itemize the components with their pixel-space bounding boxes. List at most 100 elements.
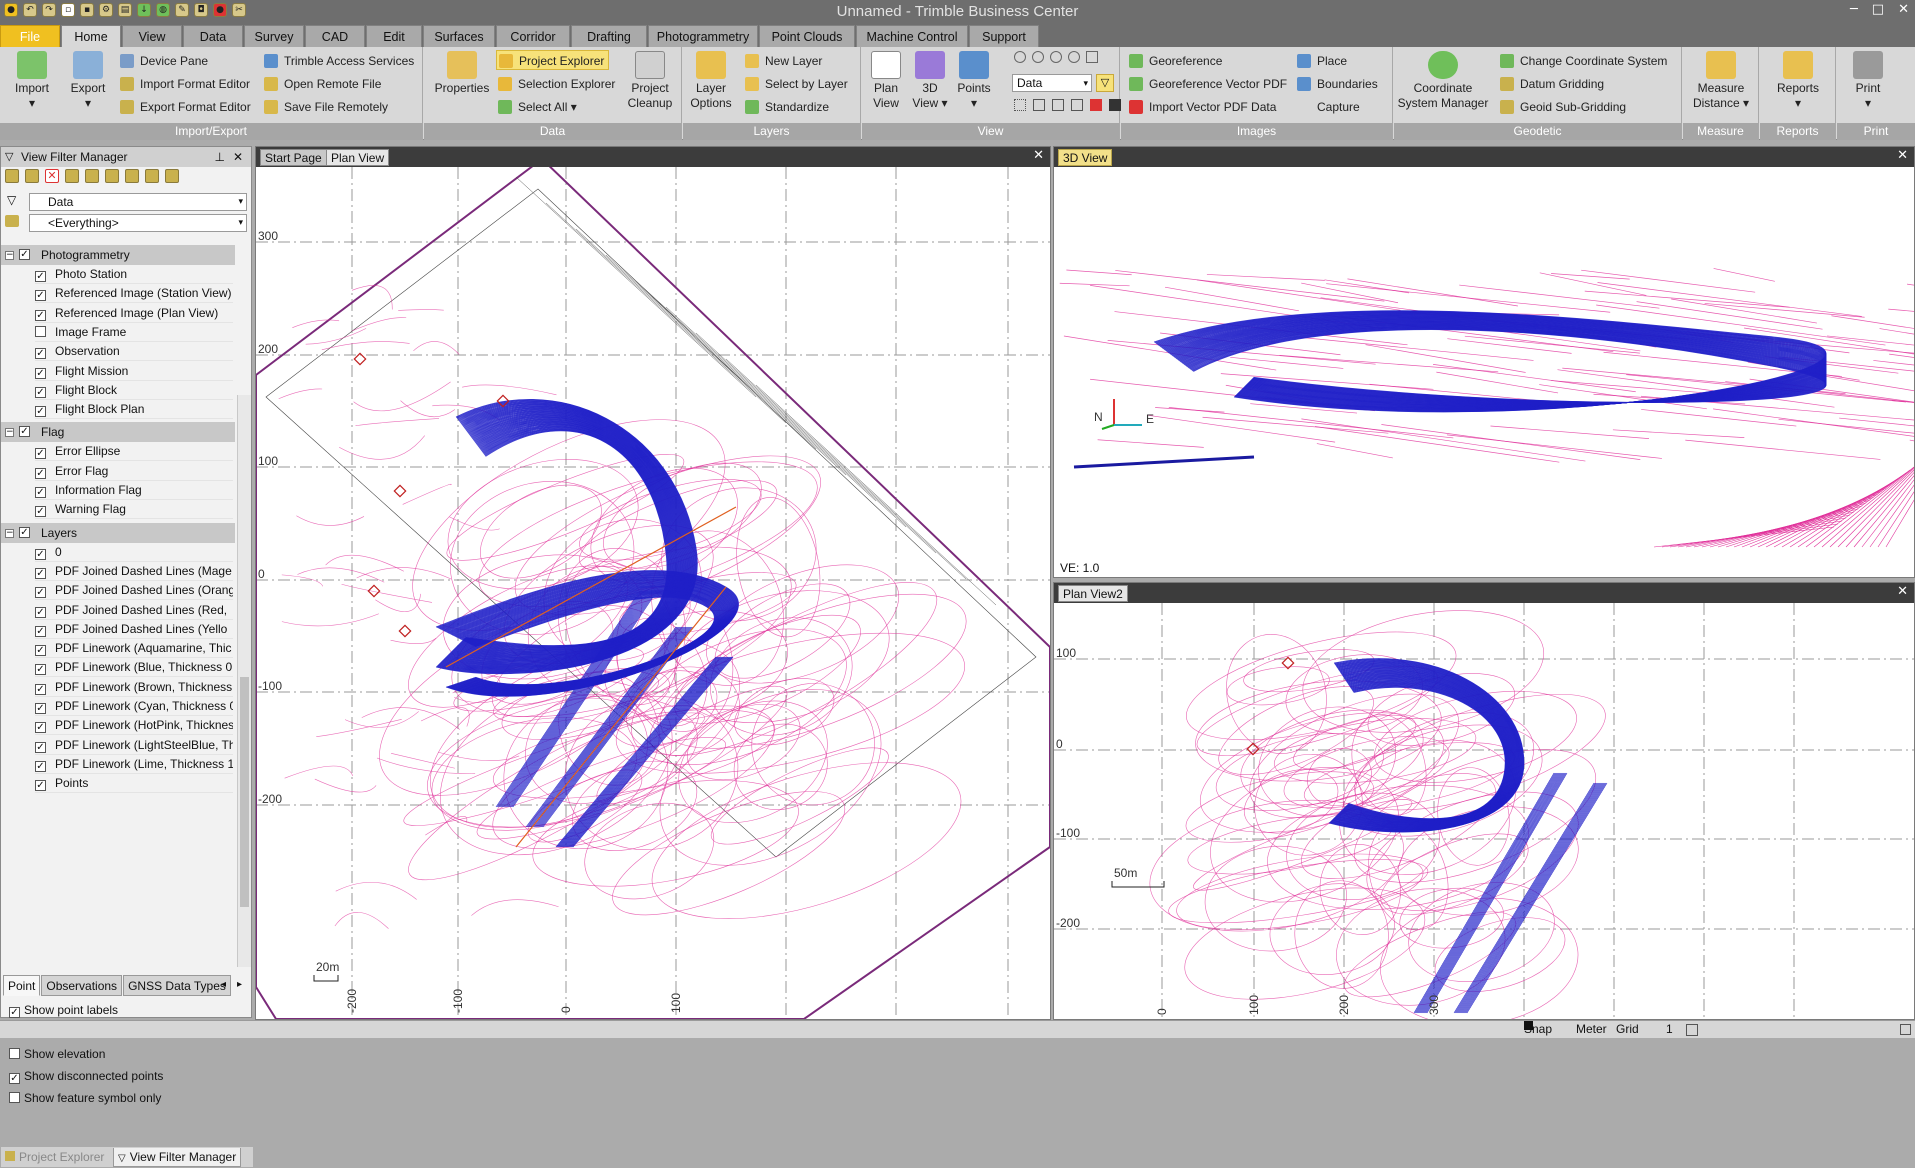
tab-cad[interactable]: CAD xyxy=(305,25,365,47)
item-checkbox[interactable]: ✓ xyxy=(35,587,46,599)
flag-icon[interactable] xyxy=(1090,99,1102,111)
tree-item[interactable]: ✓ PDF Linework (HotPink, Thicknes xyxy=(35,716,233,736)
item-checkbox[interactable]: ✓ xyxy=(35,271,46,282)
tab-support[interactable]: Support xyxy=(969,25,1039,47)
print-button[interactable]: Print ▾ xyxy=(1843,51,1893,111)
item-checkbox[interactable]: ✓ xyxy=(35,567,46,579)
standardize-button[interactable]: Standardize xyxy=(745,97,829,117)
option-checkbox[interactable]: ✓ Show disconnected points xyxy=(9,1065,163,1087)
scroll-left-icon[interactable]: ◂ xyxy=(221,979,226,990)
plan-view2-pane[interactable]: Plan View2 ✕ 100 0 -100 -200 0 100 200 300 50m xyxy=(1053,582,1915,1020)
pan-icon[interactable] xyxy=(1086,51,1098,63)
tree-item[interactable]: ✓ Referenced Image (Station View) xyxy=(35,284,233,304)
zoom-window-icon[interactable] xyxy=(1050,51,1062,63)
item-checkbox[interactable]: ✓ xyxy=(35,548,46,560)
checkbox[interactable] xyxy=(9,1092,20,1103)
units-label[interactable]: Meter xyxy=(1576,1021,1607,1038)
measure-distance-button[interactable]: Measure Distance ▾ xyxy=(1685,51,1757,111)
reports-button[interactable]: Reports ▾ xyxy=(1764,51,1832,111)
selection-explorer-button[interactable]: Selection Explorer xyxy=(498,74,615,94)
tree-item[interactable]: ✓ Photo Station xyxy=(35,265,233,284)
tree-item[interactable]: ✓ 0 xyxy=(35,543,233,562)
group-checkbox[interactable]: ✓ xyxy=(19,526,30,538)
select-by-layer-button[interactable]: Select by Layer xyxy=(745,74,848,94)
tree-item[interactable]: ✓ PDF Linework (Aquamarine, Thic xyxy=(35,639,233,659)
item-checkbox[interactable]: ✓ xyxy=(35,290,46,302)
capture-button[interactable]: Capture xyxy=(1297,97,1360,117)
georeference-vector-pdf-button[interactable]: Georeference Vector PDF xyxy=(1129,74,1287,94)
trimble-access-services-button[interactable]: Trimble Access Services xyxy=(264,51,414,71)
minimize-icon[interactable]: ─ xyxy=(1850,2,1858,17)
item-checkbox[interactable]: ✓ xyxy=(35,741,46,753)
new-filter-icon[interactable] xyxy=(5,169,19,183)
close-icon[interactable]: ✕ xyxy=(233,147,243,167)
item-checkbox[interactable]: ✓ xyxy=(35,664,46,676)
layer-options-button[interactable]: Layer Options xyxy=(687,51,735,111)
export-format-editor-button[interactable]: Export Format Editor xyxy=(120,97,251,117)
tab-project-explorer[interactable]: Project Explorer xyxy=(5,1148,104,1167)
tree-item[interactable]: ✓ PDF Linework (Brown, Thickness xyxy=(35,678,233,697)
close-icon[interactable]: ✕ xyxy=(1033,148,1044,163)
lines-icon[interactable] xyxy=(1033,99,1045,111)
item-checkbox[interactable]: ✓ xyxy=(35,348,46,360)
close-icon[interactable]: ✕ xyxy=(1897,584,1908,599)
filter-tool-2-icon[interactable] xyxy=(85,169,99,183)
grid-dots-icon[interactable] xyxy=(1014,99,1026,111)
scrollbar-thumb[interactable] xyxy=(240,677,249,907)
close-icon[interactable]: ✕ xyxy=(1897,148,1908,163)
zoom-out-icon[interactable] xyxy=(1032,51,1044,63)
3d-view-pane[interactable]: 3D View ✕ NE VE: 1.0 xyxy=(1053,146,1915,578)
filter-icon[interactable]: ▽ xyxy=(1096,74,1114,92)
item-checkbox[interactable]: ✓ xyxy=(35,386,46,398)
tab-3d-view[interactable]: 3D View xyxy=(1058,149,1113,166)
tab-view[interactable]: View xyxy=(122,25,182,47)
tree-item[interactable]: ✓ PDF Linework (Blue, Thickness 0. xyxy=(35,658,233,678)
filter-select[interactable]: Data ▾ xyxy=(29,193,247,211)
lock-icon[interactable] xyxy=(1686,1024,1698,1036)
tab-observations[interactable]: Observations xyxy=(41,975,123,996)
export-button[interactable]: Export ▾ xyxy=(64,51,112,111)
tree-item[interactable]: ✓ PDF Linework (Lime, Thickness 1 xyxy=(35,755,233,774)
filter-tool-5-icon[interactable] xyxy=(145,169,159,183)
list-icon[interactable] xyxy=(1071,99,1083,111)
zoom-extents-icon[interactable] xyxy=(1068,51,1080,63)
tree-item[interactable]: Image Frame xyxy=(35,323,233,342)
plan-view-button[interactable]: Plan View xyxy=(866,51,906,111)
pin-icon[interactable]: ⊥ xyxy=(215,147,225,167)
item-checkbox[interactable]: ✓ xyxy=(35,625,46,637)
item-checkbox[interactable]: ✓ xyxy=(35,406,46,418)
tab-survey[interactable]: Survey xyxy=(244,25,304,47)
item-checkbox[interactable]: ✓ xyxy=(35,367,46,379)
checkbox[interactable]: ✓ xyxy=(9,1073,20,1084)
filter-tool-6-icon[interactable] xyxy=(165,169,179,183)
tab-data[interactable]: Data xyxy=(183,25,243,47)
georeference-button[interactable]: Georeference xyxy=(1129,51,1222,71)
group-checkbox[interactable]: ✓ xyxy=(19,426,30,438)
grid-toggle[interactable]: Grid xyxy=(1616,1021,1639,1038)
tree-group-layers[interactable]: − ✓ Layers xyxy=(1,522,235,543)
tab-surfaces[interactable]: Surfaces xyxy=(423,25,495,47)
item-checkbox[interactable]: ✓ xyxy=(35,722,46,734)
item-checkbox[interactable]: ✓ xyxy=(35,309,46,321)
zoom-in-icon[interactable] xyxy=(1014,51,1026,63)
tree-group-flag[interactable]: − ✓ Flag xyxy=(1,422,235,443)
item-checkbox[interactable]: ✓ xyxy=(35,487,46,498)
tree-item[interactable]: ✓ PDF Linework (Cyan, Thickness 0 xyxy=(35,697,233,716)
datum-gridding-button[interactable]: Datum Gridding xyxy=(1500,74,1604,94)
import-button[interactable]: Import ▾ xyxy=(8,51,56,111)
import-vector-pdf-button[interactable]: Import Vector PDF Data xyxy=(1129,97,1276,117)
tab-view-filter-manager[interactable]: ▽ View Filter Manager xyxy=(113,1148,242,1167)
tree-item[interactable]: ✓ Points xyxy=(35,774,233,794)
plan-view-canvas[interactable]: 300 200 100 0 -100 -200 -200 -100 0 100 20m xyxy=(256,167,1050,1019)
delete-icon[interactable]: ✕ xyxy=(45,169,59,183)
filter-tool-3-icon[interactable] xyxy=(105,169,119,183)
import-format-editor-button[interactable]: Import Format Editor xyxy=(120,74,250,94)
item-checkbox[interactable]: ✓ xyxy=(35,448,46,460)
points-button[interactable]: Points ▾ xyxy=(954,51,994,111)
tab-machine-control[interactable]: Machine Control xyxy=(856,25,968,47)
properties-button[interactable]: Properties xyxy=(432,51,492,96)
collapse-icon[interactable]: − xyxy=(5,428,14,438)
tree-item[interactable]: ✓ PDF Joined Dashed Lines (Yello xyxy=(35,620,233,639)
collapse-icon[interactable]: − xyxy=(5,251,14,260)
boundaries-button[interactable]: Boundaries xyxy=(1297,74,1378,94)
